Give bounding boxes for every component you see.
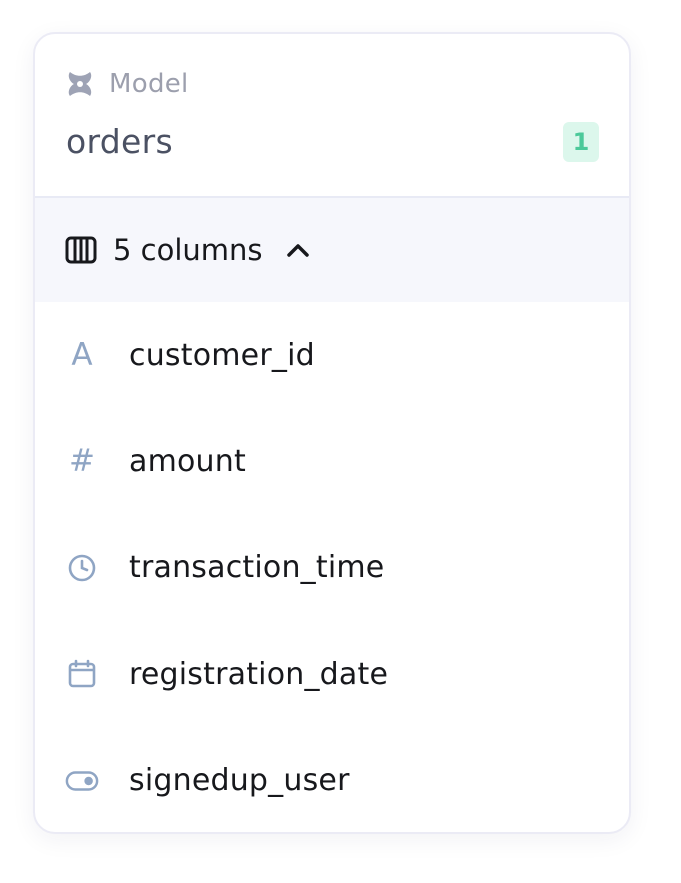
column-list: A customer_id # amount transaction_time [35, 302, 629, 832]
number-type-icon: # [65, 445, 99, 479]
calendar-icon [65, 657, 99, 691]
column-name: signedup_user [129, 763, 350, 799]
columns-count-label: 5 columns [113, 233, 263, 267]
column-row-customer-id[interactable]: A customer_id [35, 302, 629, 408]
clock-icon [65, 551, 99, 585]
column-name: customer_id [129, 337, 315, 373]
column-row-signedup-user[interactable]: signedup_user [35, 728, 629, 832]
column-name: transaction_time [129, 550, 385, 586]
model-name[interactable]: orders [66, 122, 173, 161]
number-type-glyph: # [69, 443, 95, 480]
model-type-label: Model [109, 69, 189, 99]
text-type-glyph: A [71, 336, 93, 373]
toggle-icon [65, 764, 99, 798]
model-header: Model orders 1 [35, 34, 629, 198]
model-type-row: Model [64, 68, 189, 100]
column-row-amount[interactable]: # amount [35, 408, 629, 514]
chevron-up-icon[interactable] [285, 240, 311, 260]
column-row-transaction-time[interactable]: transaction_time [35, 515, 629, 621]
model-icon [68, 72, 92, 96]
column-row-registration-date[interactable]: registration_date [35, 621, 629, 727]
columns-icon [65, 236, 97, 264]
columns-toggle[interactable]: 5 columns [35, 198, 629, 302]
text-type-icon: A [65, 338, 99, 372]
column-name: amount [129, 444, 246, 480]
count-badge: 1 [563, 122, 599, 162]
column-name: registration_date [129, 656, 389, 692]
model-card: Model orders 1 5 columns A customer_id #… [33, 32, 631, 834]
